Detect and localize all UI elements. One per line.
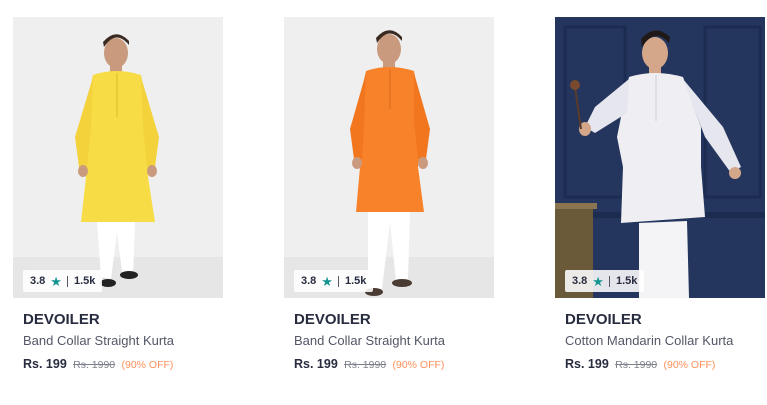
product-discount: (90% OFF) — [121, 359, 174, 371]
rating-count: 1.5k — [73, 275, 96, 287]
star-icon: ★ — [592, 273, 604, 289]
rating-count: 1.5k — [615, 275, 638, 287]
product-card[interactable]: 3.8 ★ 1.5k DEVOILER Band Collar Straight… — [284, 17, 494, 387]
product-mrp: Rs. 1990 — [344, 359, 387, 371]
product-card[interactable]: 3.8 ★ 1.5k DEVOILER Band Collar Straight… — [13, 17, 223, 387]
product-price: Rs. 199 — [565, 357, 609, 371]
star-icon: ★ — [321, 273, 333, 289]
product-card[interactable]: 3.8 ★ 1.5k DEVOILER Cotton Mandarin Coll… — [555, 17, 765, 387]
rating-badge: 3.8 ★ 1.5k — [294, 270, 374, 292]
model-photo-white-kurta — [555, 17, 765, 298]
product-mrp: Rs. 1990 — [73, 359, 116, 371]
rating-divider — [66, 275, 68, 287]
product-discount: (90% OFF) — [663, 359, 716, 371]
rating-divider — [608, 275, 610, 287]
product-price: Rs. 199 — [23, 357, 67, 371]
price-row: Rs. 199 Rs. 1990 (90% OFF) — [23, 356, 213, 373]
price-row: Rs. 199 Rs. 1990 (90% OFF) — [565, 356, 755, 373]
product-info: DEVOILER Band Collar Straight Kurta Rs. … — [284, 298, 494, 373]
product-brand: DEVOILER — [294, 311, 371, 328]
rating-value: 3.8 — [301, 275, 317, 287]
rating-badge: 3.8 ★ 1.5k — [23, 270, 103, 292]
product-info: DEVOILER Band Collar Straight Kurta Rs. … — [13, 298, 223, 373]
product-name: Band Collar Straight Kurta — [23, 333, 175, 348]
rating-value: 3.8 — [572, 275, 588, 287]
product-image[interactable]: 3.8 ★ 1.5k — [555, 17, 765, 298]
rating-count: 1.5k — [344, 275, 367, 287]
price-row: Rs. 199 Rs. 1990 (90% OFF) — [294, 356, 484, 373]
rating-badge: 3.8 ★ 1.5k — [565, 270, 645, 292]
product-brand: DEVOILER — [565, 311, 642, 328]
model-photo-yellow-kurta — [13, 17, 223, 298]
product-info: DEVOILER Cotton Mandarin Collar Kurta Rs… — [555, 298, 765, 373]
rating-divider — [337, 275, 339, 287]
rating-value: 3.8 — [30, 275, 46, 287]
star-icon: ★ — [50, 273, 62, 289]
model-photo-orange-kurta — [284, 17, 494, 298]
product-image[interactable]: 3.8 ★ 1.5k — [284, 17, 494, 298]
product-price: Rs. 199 — [294, 357, 338, 371]
product-image[interactable]: 3.8 ★ 1.5k — [13, 17, 223, 298]
product-mrp: Rs. 1990 — [615, 359, 658, 371]
product-name: Cotton Mandarin Collar Kurta — [565, 333, 734, 348]
product-discount: (90% OFF) — [392, 359, 445, 371]
product-grid: 3.8 ★ 1.5k DEVOILER Band Collar Straight… — [0, 0, 767, 405]
product-brand: DEVOILER — [23, 311, 100, 328]
product-name: Band Collar Straight Kurta — [294, 333, 446, 348]
